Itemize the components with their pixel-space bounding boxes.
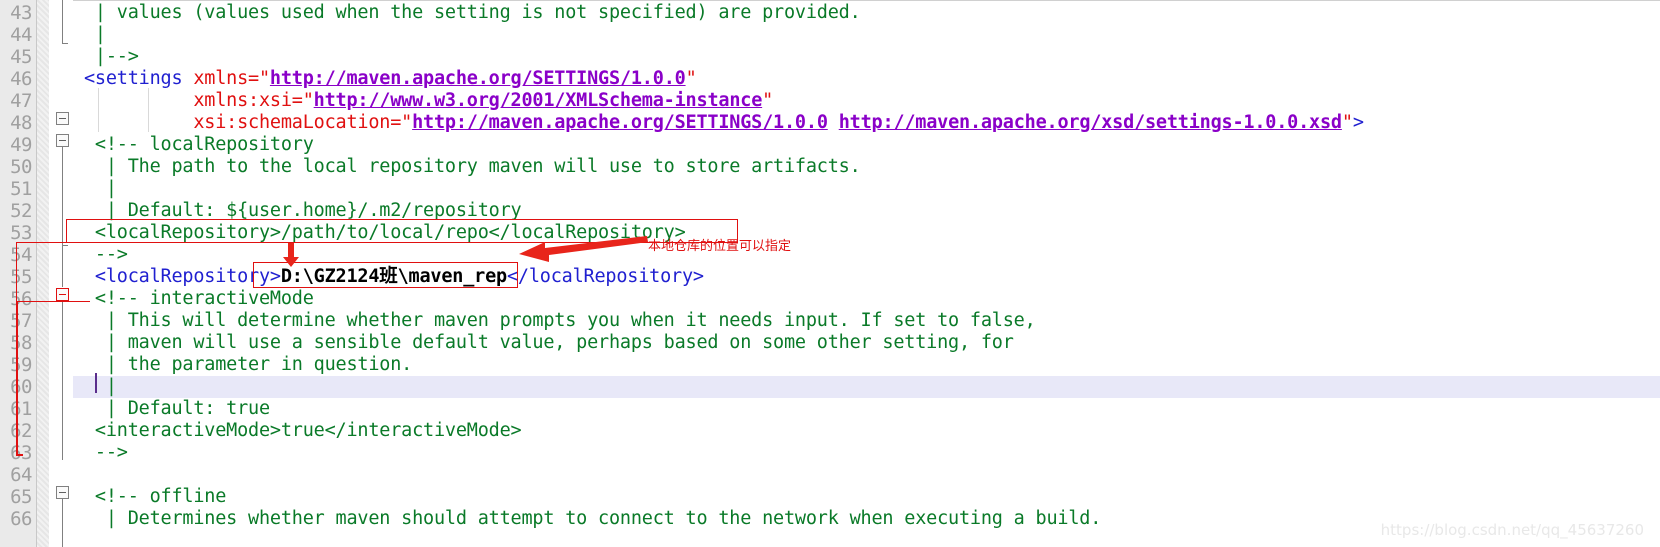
line-number: 45	[10, 46, 32, 68]
code-editor[interactable]: 43 44 45 46 47 48 49 50 51 52 53 54 55 56 57 58 59 60 61 62…	[0, 0, 1660, 547]
fold-line	[62, 300, 63, 460]
line-number: 43	[10, 2, 32, 24]
code-line[interactable]: |	[73, 24, 106, 46]
fold-line	[62, 0, 63, 44]
down-arrow-icon	[283, 243, 299, 267]
code-line[interactable]: | This will determine whether maven prom…	[73, 310, 1036, 332]
code-token-comment: |	[73, 24, 106, 45]
code-token-comment: | the parameter in question.	[73, 354, 413, 375]
line-number: 51	[10, 178, 32, 200]
code-token-comment: |-->	[73, 46, 139, 67]
line-number: 65	[10, 486, 32, 508]
fold-toggle-icon[interactable]	[56, 134, 69, 147]
code-token-attr: xmlns:xsi=	[193, 90, 303, 111]
code-token-comment: <!-- interactiveMode	[73, 288, 314, 309]
code-token-url: http://maven.apache.org/xsd/settings-1.0…	[838, 112, 1342, 133]
line-number: 44	[10, 24, 32, 46]
code-token-comment: -->	[73, 442, 128, 463]
line-number: 48	[10, 112, 32, 134]
code-line[interactable]: -->	[73, 442, 128, 464]
code-token-quote: "	[685, 68, 697, 89]
annotation-vertical-line	[16, 301, 18, 456]
code-token-quote: "	[1341, 112, 1353, 133]
code-token-comment: <!-- localRepository	[73, 134, 314, 155]
annotation-end-marker	[16, 454, 23, 456]
code-token-comment: | values (values used when the setting i…	[73, 2, 861, 23]
code-line[interactable]: <!-- offline	[73, 486, 226, 508]
line-number: 46	[10, 68, 32, 90]
code-line[interactable]: | The path to the local repository maven…	[73, 156, 861, 178]
code-token-tag: <localRepository>	[73, 266, 281, 287]
code-line[interactable]: | Default: true	[73, 398, 270, 420]
code-line[interactable]: |	[73, 178, 117, 200]
line-number: 47	[10, 90, 32, 112]
fold-toggle-icon[interactable]	[56, 112, 69, 125]
code-line[interactable]: |-->	[73, 46, 139, 68]
line-number: 53	[10, 222, 32, 244]
code-line[interactable]: <settings xmlns="http://maven.apache.org…	[73, 68, 697, 90]
code-line[interactable]: xmlns:xsi="http://www.w3.org/2001/XMLSch…	[73, 90, 773, 112]
fold-end-marker	[62, 43, 68, 44]
code-token-quote: "	[762, 90, 774, 111]
code-token-comment: | Determines whether maven should attemp…	[73, 508, 1102, 529]
code-token-quote: "	[258, 68, 270, 89]
code-token-comment: | Default: true	[73, 398, 270, 419]
code-token-url: http://www.w3.org/2001/XMLSchema-instanc…	[313, 90, 763, 111]
code-token-comment: <!-- offline	[73, 486, 227, 507]
annotation-note: 本地仓库的位置可以指定	[648, 239, 792, 254]
fold-line	[62, 499, 63, 547]
line-number: 52	[10, 200, 32, 222]
code-token-tag: >	[1352, 112, 1364, 133]
code-token-attr: xsi:schemaLocation=	[193, 112, 402, 133]
line-number: 49	[10, 134, 32, 156]
csdn-watermark: https://blog.csdn.net/qq_45637260	[1380, 521, 1644, 539]
code-line[interactable]: <interactiveMode>true</interactiveMode>	[73, 420, 522, 442]
code-token-comment: | This will determine whether maven prom…	[73, 310, 1036, 331]
left-arrow-icon	[519, 236, 648, 262]
code-token-url: http://maven.apache.org/SETTINGS/1.0.0	[269, 68, 686, 89]
code-token-comment: <interactiveMode>true</interactiveMode>	[73, 420, 522, 441]
code-line[interactable]: <!-- localRepository	[73, 134, 314, 156]
code-token-quote: "	[302, 90, 314, 111]
code-token-comment: |	[73, 178, 117, 199]
line-number: 50	[10, 156, 32, 178]
code-line[interactable]: | maven will use a sensible default valu…	[73, 332, 1014, 354]
code-token-comment: | The path to the local repository maven…	[73, 156, 861, 177]
code-line[interactable]: <!-- interactiveMode	[73, 288, 314, 310]
code-token-url: http://maven.apache.org/SETTINGS/1.0.0	[412, 112, 828, 133]
code-token-comment: | Default: ${user.home}/.m2/repository	[73, 200, 522, 221]
line-number: 64	[10, 464, 32, 486]
code-token-comment: | maven will use a sensible default valu…	[73, 332, 1014, 353]
gutter-bracket-annotation	[16, 242, 90, 302]
text-caret	[95, 373, 97, 393]
code-line[interactable]: | values (values used when the setting i…	[73, 2, 861, 24]
code-line[interactable]: | the parameter in question.	[73, 354, 412, 376]
code-token-tag: <settings	[73, 68, 194, 89]
code-line[interactable]: | Determines whether maven should attemp…	[73, 508, 1102, 530]
code-token-quote: "	[401, 112, 413, 133]
code-token-tag: </localRepository>	[506, 266, 704, 287]
code-token-attr: xmlns=	[193, 68, 259, 89]
fold-toggle-icon[interactable]	[56, 486, 69, 499]
line-number: 66	[10, 508, 32, 530]
code-line[interactable]: xsi:schemaLocation="http://maven.apache.…	[73, 112, 1364, 134]
